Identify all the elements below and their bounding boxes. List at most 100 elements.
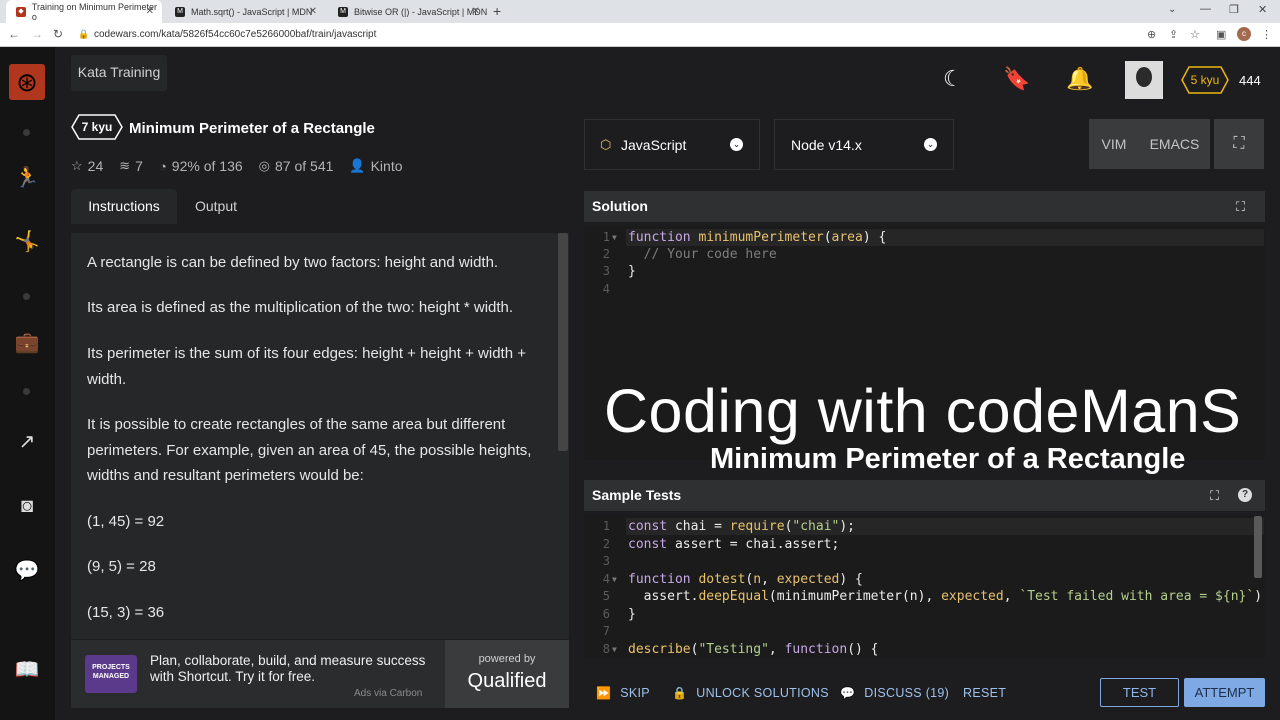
share-icon[interactable]: ⇪: [1169, 28, 1178, 41]
fold-arrow-icon[interactable]: ▼: [612, 233, 617, 242]
ad-via-label[interactable]: Ads via Carbon: [354, 688, 422, 699]
forward-icon[interactable]: →: [31, 27, 43, 41]
reload-icon[interactable]: ↻: [53, 27, 63, 41]
browser-tab-active[interactable]: ◆ Training on Minimum Perimeter o ✕: [6, 0, 162, 23]
restore-icon[interactable]: ❐: [1229, 3, 1239, 16]
sidepanel-icon[interactable]: ▣: [1216, 28, 1226, 41]
profile-avatar[interactable]: c: [1237, 27, 1251, 41]
lock-icon: 🔒: [672, 686, 688, 700]
close-icon[interactable]: ✕: [309, 6, 317, 17]
emacs-mode-button[interactable]: EMACS: [1139, 119, 1210, 169]
attempt-button[interactable]: ATTEMPT: [1184, 678, 1265, 707]
fold-arrow-icon[interactable]: ▼: [612, 575, 617, 584]
tab-instructions[interactable]: Instructions: [71, 189, 177, 224]
help-icon[interactable]: ?: [1238, 488, 1252, 502]
line-number: 8: [602, 641, 610, 656]
code-line[interactable]: }: [628, 264, 636, 279]
fullscreen-icon[interactable]: ⛶: [1214, 119, 1264, 169]
code-line[interactable]: function dotest(n, expected) {: [628, 572, 863, 587]
tests-editor[interactable]: 1 const chai = require("chai"); 2 const ass…: [584, 515, 1265, 658]
trending-icon[interactable]: ↗: [14, 429, 40, 455]
lock-icon[interactable]: 🔒: [78, 29, 89, 40]
bookmark-icon[interactable]: 🔖: [1003, 66, 1030, 92]
runtime-select[interactable]: Node v14.x ⌄: [774, 119, 954, 170]
test-button[interactable]: TEST: [1100, 678, 1179, 707]
reset-button[interactable]: RESET: [963, 680, 1006, 706]
code-line[interactable]: const chai = require("chai");: [628, 519, 855, 534]
chat-icon[interactable]: 💬: [14, 558, 40, 584]
browser-tab[interactable]: M Math.sqrt() - JavaScript | MDN ✕: [165, 0, 325, 23]
close-icon[interactable]: ✕: [472, 6, 480, 17]
zoom-icon[interactable]: ⊕: [1147, 28, 1156, 41]
line-number: 5: [602, 589, 610, 603]
line-number: 4: [602, 571, 610, 586]
qualified-promo[interactable]: powered by Qualified: [445, 640, 569, 708]
code-line[interactable]: function minimumPerimeter(area) {: [628, 230, 886, 245]
satisfaction-value: 92%: [171, 158, 200, 174]
line-number: 1: [602, 519, 610, 533]
language-select[interactable]: ⬡ JavaScript ⌄: [584, 119, 760, 170]
practice-icon[interactable]: 🤸: [14, 229, 40, 255]
minimize-icon[interactable]: —: [1200, 3, 1211, 15]
kata-description: A rectangle is can be defined by two fac…: [71, 233, 569, 639]
new-tab-button[interactable]: +: [493, 3, 501, 19]
code-line[interactable]: assert.deepEqual(minimumPerimeter(n), ex…: [628, 589, 1262, 604]
unlock-solutions-button[interactable]: 🔒 UNLOCK SOLUTIONS: [672, 680, 829, 706]
javascript-icon: ⬡: [600, 137, 612, 152]
description-paragraph: It is possible to create rectangles of t…: [87, 416, 532, 484]
ad-text[interactable]: Plan, collaborate, build, and measure su…: [150, 653, 440, 685]
line-number: 4: [602, 281, 610, 296]
description-scrollbar[interactable]: [558, 233, 568, 451]
bookmark-star-icon[interactable]: ☆: [1190, 28, 1200, 41]
tab-output[interactable]: Output: [186, 189, 246, 224]
code-line[interactable]: describe("Testing", function() {: [628, 642, 879, 657]
tests-scrollbar[interactable]: [1254, 516, 1262, 578]
votes-count: of 136: [203, 158, 243, 174]
mdn-icon: M: [338, 6, 348, 17]
notifications-bell-icon[interactable]: 🔔: [1066, 66, 1093, 92]
author-name[interactable]: Kinto: [371, 158, 403, 174]
sidebar-divider: [23, 293, 30, 300]
code-line[interactable]: // Your code here: [628, 247, 777, 262]
window-close-icon[interactable]: ✕: [1258, 3, 1267, 16]
briefcase-icon[interactable]: 💼: [14, 330, 40, 356]
user-avatar[interactable]: [1125, 61, 1163, 99]
discord-icon[interactable]: ◙: [14, 493, 40, 519]
app-sidebar: ⊛ 🏃 🤸 💼 ↗ ◙ 💬 📖: [0, 47, 55, 720]
author-stat[interactable]: 👤 Kinto: [349, 158, 402, 174]
browser-tab[interactable]: M Bitwise OR (|) - JavaScript | MDN ✕: [328, 0, 488, 23]
skip-button[interactable]: ⏩ SKIP: [596, 680, 650, 706]
kyu-label: 7 kyu: [82, 120, 113, 134]
description-paragraph: (1, 45) = 92: [87, 513, 165, 530]
sample-tests-header: Sample Tests ⛶ ?: [584, 480, 1265, 511]
chevron-down-icon[interactable]: ⌄: [1168, 4, 1176, 15]
code-line[interactable]: const assert = chai.assert;: [628, 537, 839, 552]
training-icon[interactable]: 🏃: [14, 165, 40, 191]
rank-label: 5 kyu: [1191, 73, 1220, 87]
attempts-count: of 541: [294, 158, 334, 174]
ad-image[interactable]: PROJECTS MANAGED: [85, 655, 137, 693]
carbon-ad[interactable]: PROJECTS MANAGED Plan, collaborate, buil…: [71, 640, 569, 708]
docs-book-icon[interactable]: 📖: [14, 657, 40, 683]
fold-arrow-icon[interactable]: ▼: [612, 645, 617, 654]
vim-mode-button[interactable]: VIM: [1089, 119, 1139, 169]
star-icon: ☆: [71, 158, 83, 173]
menu-icon[interactable]: ⋮: [1261, 28, 1272, 41]
expand-icon[interactable]: ⛶: [1210, 480, 1219, 511]
expand-icon[interactable]: ⛶: [1236, 191, 1245, 222]
close-icon[interactable]: ✕: [146, 6, 154, 17]
user-icon: 👤: [349, 158, 366, 173]
runtime-value: Node v14.x: [791, 137, 862, 153]
url-field[interactable]: codewars.com/kata/5826f54cc60c7e5266000b…: [94, 29, 376, 40]
discuss-button[interactable]: 💬 DISCUSS (19): [840, 680, 949, 706]
back-icon[interactable]: ←: [8, 27, 20, 41]
rank-badge[interactable]: 5 kyu: [1181, 66, 1229, 94]
satisfaction-stat: ◔ 92% of 136: [159, 158, 243, 174]
collections-stat[interactable]: ≋ 7: [119, 158, 143, 174]
stars-stat[interactable]: ☆ 24: [71, 158, 103, 174]
code-line[interactable]: }: [628, 607, 636, 622]
dark-mode-moon-icon[interactable]: ☾: [943, 66, 963, 92]
description-paragraph: (15, 3) = 36: [87, 604, 165, 621]
codewars-logo-icon[interactable]: ⊛: [9, 64, 45, 100]
kata-stats: ☆ 24 ≋ 7 ◔ 92% of 136 ◎ 87 of 541 👤 Kinto: [71, 157, 419, 175]
